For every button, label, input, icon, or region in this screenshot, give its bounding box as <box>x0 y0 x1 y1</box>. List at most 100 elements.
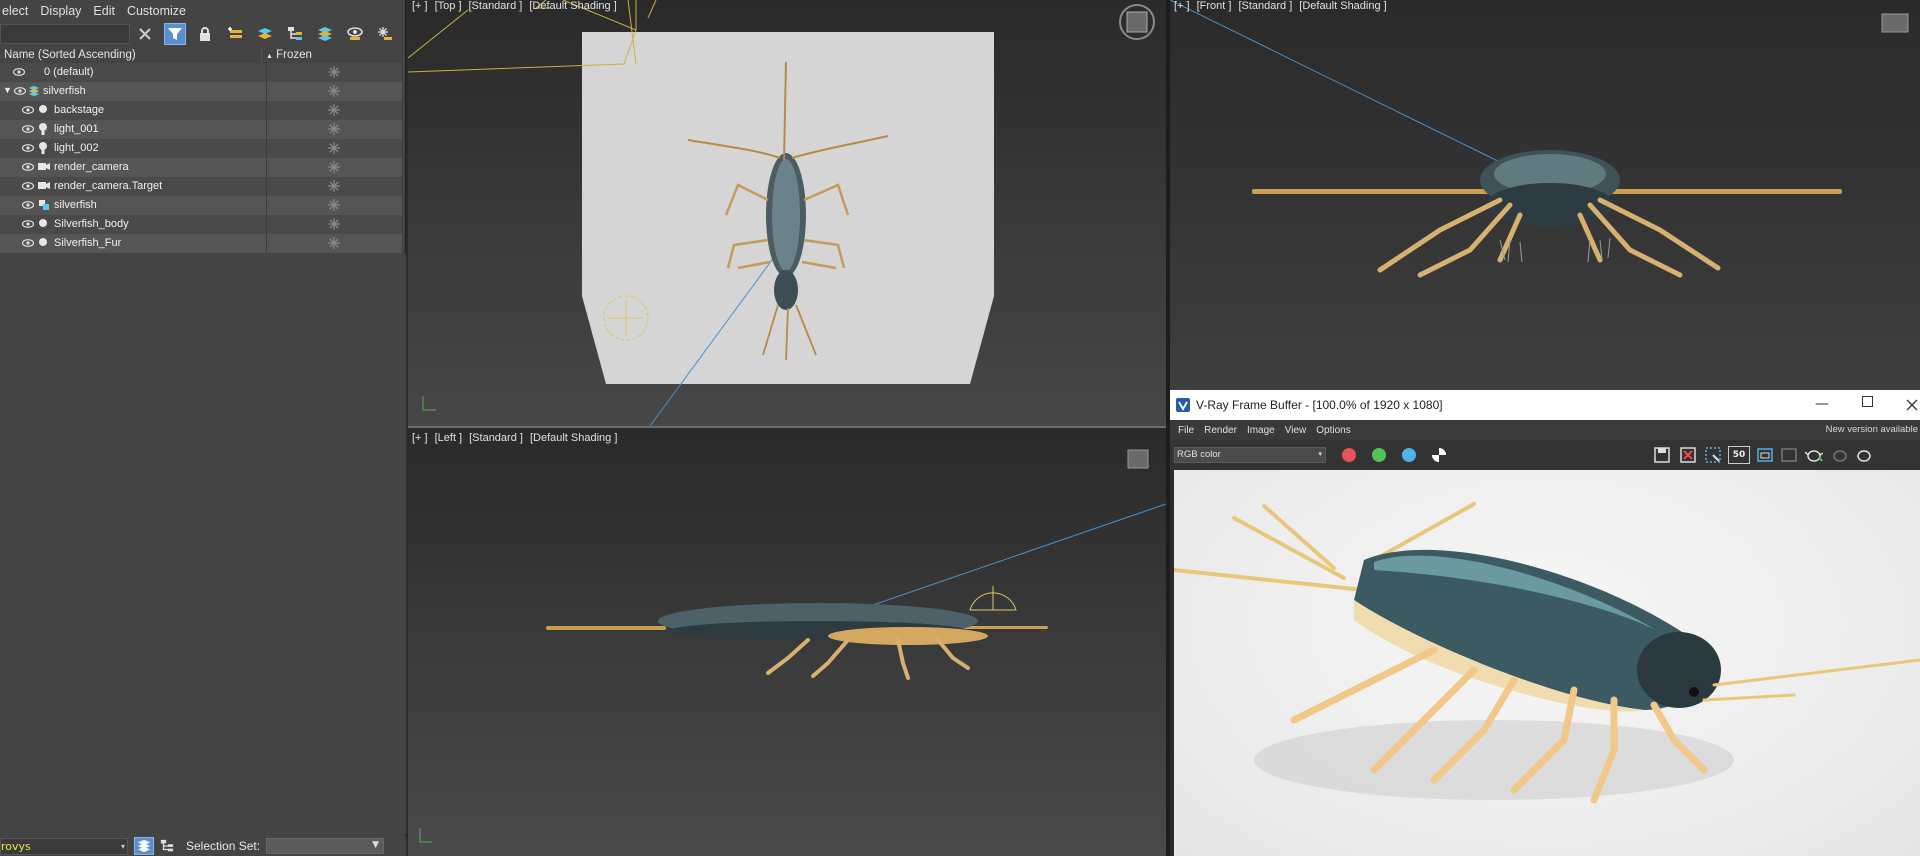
viewport-top-label[interactable]: [+ ] [Top ] [Standard ] [Default Shading ] <box>412 0 624 12</box>
alpha-channel-button[interactable] <box>1432 448 1446 462</box>
minimize-button[interactable]: — <box>1815 396 1829 412</box>
region-render-button[interactable] <box>1704 446 1722 464</box>
rendered-image[interactable] <box>1174 470 1920 856</box>
layer-explorer-button[interactable] <box>134 837 154 855</box>
add-layer-button[interactable] <box>224 23 246 45</box>
tree-row[interactable]: ▼ silverfish <box>0 82 402 101</box>
layers-button[interactable] <box>254 23 276 45</box>
column-header: Name (Sorted Ascending) ▲ Frozen <box>0 47 402 63</box>
viewport-plus-menu[interactable]: [+ ] <box>412 0 428 12</box>
close-window-icon[interactable] <box>1906 399 1918 411</box>
more-render-button[interactable] <box>1854 446 1874 464</box>
name-column-header[interactable]: Name (Sorted Ascending) <box>0 47 262 63</box>
tree-row[interactable]: render_camera <box>0 158 402 177</box>
save-image-button[interactable] <box>1653 446 1671 464</box>
channel-dropdown[interactable]: RGB color ▾ <box>1174 447 1326 463</box>
vfb-menu-options[interactable]: Options <box>1316 425 1350 436</box>
eye-icon[interactable] <box>12 67 26 76</box>
tree-row[interactable]: Silverfish_body <box>0 215 402 234</box>
tree-row[interactable]: light_001 <box>0 120 402 139</box>
render-button[interactable] <box>1804 446 1824 464</box>
eye-icon[interactable] <box>13 86 27 95</box>
vfb-menu-view[interactable]: View <box>1285 425 1307 436</box>
layer-stack-button[interactable] <box>314 23 336 45</box>
search-input[interactable] <box>0 24 130 44</box>
viewport-plus-menu[interactable]: [+ ] <box>412 432 428 444</box>
viewport-view-menu[interactable]: [Top ] <box>435 0 462 12</box>
vfb-titlebar[interactable]: V-Ray Frame Buffer - [100.0% of 1920 x 1… <box>1170 390 1920 420</box>
eye-icon[interactable] <box>21 200 35 209</box>
frozen-column-header[interactable]: ▲ Frozen <box>262 47 312 63</box>
viewport-left-label[interactable]: [+ ] [Left ] [Standard ] [Default Shading ] <box>412 432 624 444</box>
tree-row[interactable]: Silverfish_Fur <box>0 234 402 253</box>
viewport-shading-menu[interactable]: [Default Shading ] <box>529 0 616 12</box>
snowflake-icon[interactable] <box>327 84 341 98</box>
tree-row[interactable]: render_camera.Target <box>0 177 402 196</box>
explorer-toolbar <box>0 22 406 46</box>
viewport-shading-menu[interactable]: [Default Shading ] <box>530 432 617 444</box>
snowflake-icon[interactable] <box>327 103 341 117</box>
menu-display[interactable]: Display <box>35 4 86 18</box>
snowflake-icon[interactable] <box>327 122 341 136</box>
viewport-horizontal-divider[interactable] <box>408 426 1166 428</box>
zoom-50-button[interactable]: 50 <box>1728 446 1750 464</box>
viewport-shading-menu[interactable]: [Default Shading ] <box>1299 0 1386 12</box>
expand-arrow-icon[interactable]: ▼ <box>3 85 12 95</box>
snowflake-icon[interactable] <box>327 198 341 212</box>
green-channel-button[interactable] <box>1372 448 1386 462</box>
tree-row[interactable]: light_002 <box>0 139 402 158</box>
track-mouse-button[interactable] <box>1780 446 1798 464</box>
visibility-layer-button[interactable] <box>344 23 366 45</box>
hierarchy-button[interactable] <box>284 23 306 45</box>
eye-icon[interactable] <box>21 219 35 228</box>
viewport-front-label[interactable]: [+ ] [Front ] [Standard ] [Default Shading … <box>1174 0 1394 12</box>
snowflake-icon[interactable] <box>327 141 341 155</box>
eye-icon[interactable] <box>21 181 35 190</box>
viewport-left[interactable]: [+ ] [Left ] [Standard ] [Default Shading ] <box>408 428 1166 856</box>
clear-image-button[interactable] <box>1679 446 1697 464</box>
viewport-mode-menu[interactable]: [Standard ] <box>469 432 523 444</box>
eye-icon[interactable] <box>21 105 35 114</box>
selection-set-dropdown[interactable]: ▼ <box>266 838 385 854</box>
eye-icon[interactable] <box>21 238 35 247</box>
freeze-layer-button[interactable] <box>374 23 396 45</box>
viewport-mode-menu[interactable]: [Standard ] <box>469 0 523 12</box>
filter-button[interactable] <box>164 23 186 45</box>
viewport-view-menu[interactable]: [Front ] <box>1197 0 1232 12</box>
teapot-icon <box>1833 450 1847 462</box>
camera-icon <box>38 180 50 190</box>
viewport-front[interactable]: [+ ] [Front ] [Standard ] [Default Shading … <box>1170 0 1920 390</box>
eye-icon[interactable] <box>21 162 35 171</box>
eye-icon[interactable] <box>21 124 35 133</box>
lock-button[interactable] <box>194 23 216 45</box>
viewport-plus-menu[interactable]: [+ ] <box>1174 0 1190 12</box>
snowflake-icon[interactable] <box>327 236 341 250</box>
interactive-render-button[interactable] <box>1830 446 1850 464</box>
new-version-notice[interactable]: New version available <box>1826 424 1918 435</box>
vfb-menu-image[interactable]: Image <box>1247 425 1275 436</box>
explorer-selector-input[interactable]: rovys ▾ <box>0 837 128 855</box>
vfb-menu-file[interactable]: File <box>1178 425 1194 436</box>
viewport-top[interactable]: [+ ] [Top ] [Standard ] [Default Shading ] <box>408 0 1166 426</box>
maximize-button[interactable] <box>1862 396 1873 407</box>
red-channel-button[interactable] <box>1342 448 1356 462</box>
tree-row[interactable]: backstage <box>0 101 402 120</box>
display-region-button[interactable] <box>1756 446 1774 464</box>
menu-select[interactable]: elect <box>0 4 33 18</box>
snowflake-icon[interactable] <box>327 217 341 231</box>
menu-edit[interactable]: Edit <box>88 4 120 18</box>
vfb-menu-render[interactable]: Render <box>1204 425 1237 436</box>
hierarchy-view-button[interactable] <box>158 837 176 855</box>
blue-channel-button[interactable] <box>1402 448 1416 462</box>
eye-icon[interactable] <box>21 143 35 152</box>
tree-empty-area <box>0 254 406 834</box>
snowflake-icon[interactable] <box>327 179 341 193</box>
tree-row[interactable]: 0 (default) <box>0 63 402 82</box>
snowflake-icon[interactable] <box>327 160 341 174</box>
menu-customize[interactable]: Customize <box>122 4 191 18</box>
viewport-mode-menu[interactable]: [Standard ] <box>1238 0 1292 12</box>
clear-search-button[interactable] <box>134 23 156 45</box>
viewport-view-menu[interactable]: [Left ] <box>435 432 463 444</box>
snowflake-icon[interactable] <box>327 65 341 79</box>
tree-row[interactable]: silverfish <box>0 196 402 215</box>
